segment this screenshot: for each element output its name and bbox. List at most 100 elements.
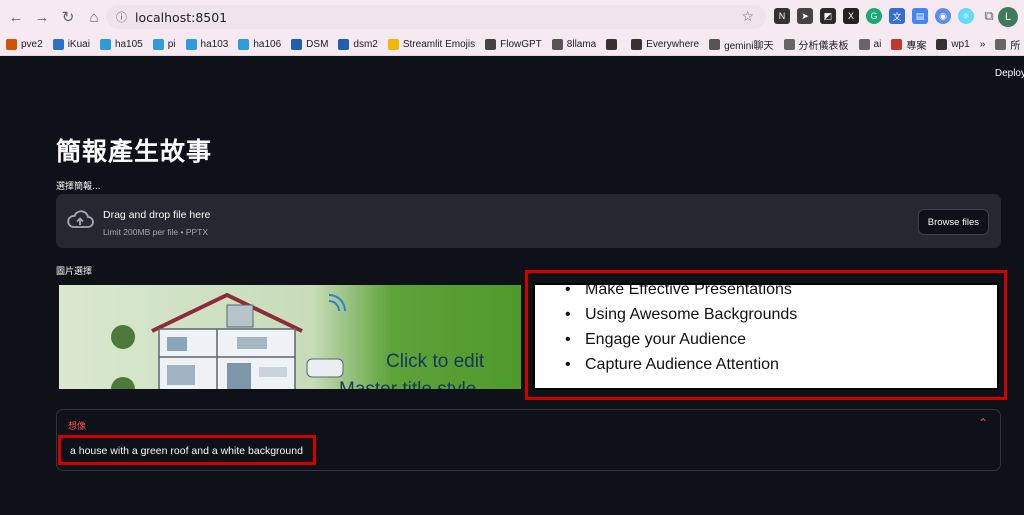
browser-toolbar: ← → ↻ ⌂ ⓘ localhost:8501 ☆ N ➤ ◩ X G 文 ▤… [0, 0, 1024, 34]
bookmark-label: pi [167, 39, 176, 50]
bookmark-favicon-icon [995, 39, 1007, 50]
bookmark-item[interactable]: 所 [995, 37, 1020, 52]
translate-extension-icon[interactable]: 文 [889, 8, 905, 24]
expander-label: 想像 [68, 422, 87, 432]
bookmark-item[interactable]: Everywhere [631, 39, 699, 50]
bookmark-label: » [979, 39, 986, 50]
image-select-label: 圖片選擇 [56, 267, 93, 277]
bookmark-label: FlowGPT [500, 39, 542, 50]
slide-bullet: Using Awesome Backgrounds [565, 302, 797, 327]
deploy-button[interactable]: Deploy [995, 68, 1024, 79]
bookmark-label: ha106 [253, 39, 282, 50]
file-uploader[interactable]: Drag and drop file here Limit 200MB per … [56, 194, 1001, 248]
bookmark-favicon-icon [631, 39, 643, 50]
bookmark-item[interactable]: ai [858, 39, 882, 50]
bookmark-item[interactable]: wp1 [936, 39, 970, 50]
url-text: localhost:8501 [135, 9, 228, 25]
generated-caption: a house with a green roof and a white ba… [70, 445, 303, 457]
browse-files-button[interactable]: Browse files [917, 209, 989, 235]
slide-thumbnail-1[interactable]: Click to edit Master title style [59, 285, 521, 389]
bookmark-label: ai [873, 39, 882, 50]
bookmark-star-icon[interactable]: ☆ [741, 8, 754, 25]
bookmark-item[interactable]: 8llama [551, 39, 597, 50]
extensions-row: N ➤ ◩ X G 文 ▤ ◉ ⚛ ⧉ ▯ [774, 8, 1020, 24]
bookmark-item[interactable] [606, 39, 621, 50]
page-title: 簡報產生故事 [56, 137, 213, 166]
imagination-expander[interactable]: 想像 ⌃ a house with a green roof and a whi… [56, 409, 1001, 471]
cloud-upload-icon [67, 210, 94, 228]
slide-thumbnail-2[interactable]: Make Effective Presentations Using Aweso… [533, 283, 999, 390]
bookmark-label: 分析儀表板 [798, 41, 849, 52]
bookmark-item[interactable]: ha106 [238, 39, 281, 50]
slide-bullet-list: Make Effective Presentations Using Aweso… [565, 285, 797, 377]
bookmark-label: 專案 [906, 41, 927, 52]
bookmark-item[interactable]: 專案 [891, 37, 926, 52]
bookmark-item[interactable]: pve2 [6, 39, 43, 50]
bookmark-favicon-icon [291, 39, 303, 50]
bookmark-label: dsm2 [353, 39, 378, 50]
grammar-extension-icon[interactable]: G [866, 8, 882, 24]
bookmark-favicon-icon [338, 39, 350, 50]
bookmark-favicon-icon [858, 39, 870, 50]
bookmark-favicon-icon [551, 39, 563, 50]
back-arrow-icon[interactable]: ← [4, 5, 28, 29]
upload-label: 選擇簡報... [56, 182, 101, 192]
slide-title-line1: Click to edit [386, 351, 485, 372]
bookmark-label: 所 [1010, 41, 1021, 52]
address-bar[interactable]: ⓘ localhost:8501 ☆ [106, 5, 766, 29]
bookmark-item[interactable]: » [980, 39, 986, 50]
bookmark-label: iKuai [67, 39, 90, 50]
bookmark-label: ha103 [200, 39, 229, 50]
bookmark-label: gemini聊天 [724, 41, 774, 52]
bookmark-label: Everywhere [646, 39, 700, 50]
notion-extension-icon[interactable]: N [774, 8, 790, 24]
docs-extension-icon[interactable]: ▤ [912, 8, 928, 24]
send-extension-icon[interactable]: ➤ [797, 8, 813, 24]
bookmark-item[interactable]: dsm2 [338, 39, 378, 50]
bookmark-item[interactable]: ha105 [99, 39, 143, 50]
bookmark-label: DSM [306, 39, 329, 50]
chevron-up-icon[interactable]: ⌃ [978, 416, 988, 430]
bookmark-label: pve2 [21, 39, 43, 50]
puzzle-extensions-icon[interactable]: ⧉ [981, 8, 997, 24]
dropzone-title: Drag and drop file here [103, 209, 211, 221]
bookmark-item[interactable]: iKuai [52, 39, 90, 50]
bookmark-item[interactable]: gemini聊天 [709, 37, 774, 52]
bookmark-favicon-icon [6, 39, 17, 50]
bookmark-favicon-icon [891, 39, 903, 50]
bookmark-favicon-icon [783, 39, 795, 50]
bookmark-item[interactable]: DSM [291, 39, 328, 50]
site-info-icon[interactable]: ⓘ [116, 9, 127, 25]
smart-house-illustration [111, 293, 346, 389]
bookmark-item[interactable]: FlowGPT [485, 39, 542, 50]
bookmark-favicon-icon [387, 39, 399, 50]
bookmark-label: ha105 [114, 39, 143, 50]
bookmark-favicon-icon [238, 39, 250, 50]
slide-bullet: Engage your Audience [565, 327, 797, 352]
bookmark-label: 8llama [566, 39, 597, 50]
bookmark-item[interactable]: 分析儀表板 [783, 37, 849, 52]
bookmark-label: Streamlit Emojis [402, 39, 476, 50]
bookmark-favicon-icon [152, 39, 164, 50]
x-extension-icon[interactable]: X [843, 8, 859, 24]
home-icon[interactable]: ⌂ [82, 5, 106, 29]
bookmark-favicon-icon [936, 39, 948, 50]
profile-avatar[interactable]: L [998, 7, 1018, 27]
forward-arrow-icon[interactable]: → [30, 5, 54, 29]
slide-bullet: Make Effective Presentations [565, 285, 797, 302]
slide-title-line2: Master title style [339, 379, 476, 389]
bookmark-item[interactable]: ha103 [185, 39, 229, 50]
bookmark-item[interactable]: pi [152, 39, 176, 50]
bookmark-favicon-icon [485, 39, 497, 50]
bookmark-favicon-icon [606, 39, 618, 50]
bookmark-item[interactable]: Streamlit Emojis [387, 39, 476, 50]
bookmarks-bar: pve2 iKuai ha105 pi ha103 ha106 DSM dsm2 Streaml… [0, 34, 1024, 56]
bookmark-favicon-icon [99, 39, 111, 50]
chat-extension-icon[interactable]: ◉ [935, 8, 951, 24]
slide-bullet: Capture Audience Attention [565, 352, 797, 377]
react-extension-icon[interactable]: ⚛ [958, 8, 974, 24]
reload-icon[interactable]: ↻ [56, 5, 80, 29]
extension-icon[interactable]: ◩ [820, 8, 836, 24]
dropzone-subtitle: Limit 200MB per file • PPTX [103, 227, 209, 237]
bookmark-label: wp1 [951, 39, 970, 50]
